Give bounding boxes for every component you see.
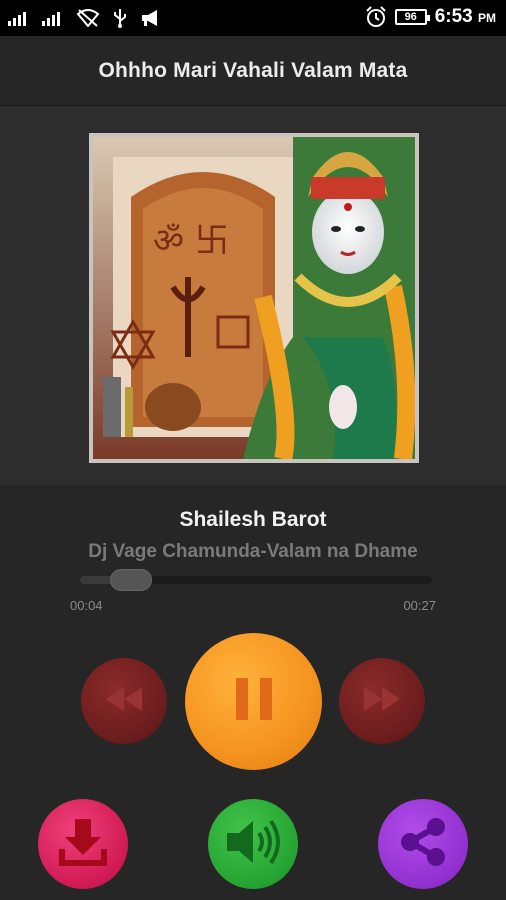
volume-icon <box>223 815 283 874</box>
status-bar: 96 6:53 PM <box>0 0 506 36</box>
artist-name: Shailesh Barot <box>179 508 327 531</box>
track-info: Shailesh Barot Dj Vage Chamunda-Valam na… <box>0 486 506 626</box>
album-art: ॐ 卐 <box>89 133 419 463</box>
page-title: Ohhho Mari Vahali Valam Mata <box>98 58 408 82</box>
usb-icon <box>112 8 128 28</box>
total-time: 00:27 <box>403 598 436 613</box>
pause-icon <box>234 676 274 727</box>
signal-icon-sim1 <box>8 10 30 26</box>
title-bar: Ohhho Mari Vahali Valam Mata <box>0 36 506 106</box>
pause-button[interactable] <box>185 633 322 770</box>
seek-thumb[interactable] <box>110 569 152 591</box>
svg-text:ॐ 卐: ॐ 卐 <box>153 221 229 261</box>
alarm-icon <box>365 6 387 28</box>
share-icon <box>396 815 450 874</box>
battery-indicator: 96 <box>394 9 430 25</box>
share-button[interactable] <box>378 799 468 889</box>
status-clock: 6:53 PM <box>434 6 496 27</box>
rewind-icon <box>104 684 144 719</box>
volume-button[interactable] <box>208 799 298 889</box>
megaphone-icon <box>140 9 162 27</box>
signal-icon-sim2 <box>42 10 64 26</box>
fast-forward-button[interactable] <box>339 658 425 744</box>
playback-controls <box>0 626 506 900</box>
download-button[interactable] <box>38 799 128 889</box>
album-art-area: ॐ 卐 <box>0 106 506 486</box>
wifi-off-icon <box>76 9 100 27</box>
album-art-image: ॐ 卐 <box>93 137 415 459</box>
song-title: Dj Vage Chamunda-Valam na Dhame <box>88 541 418 562</box>
download-icon <box>56 815 110 874</box>
fast-forward-icon <box>362 684 402 719</box>
current-time: 00:04 <box>70 598 103 613</box>
rewind-button[interactable] <box>81 658 167 744</box>
